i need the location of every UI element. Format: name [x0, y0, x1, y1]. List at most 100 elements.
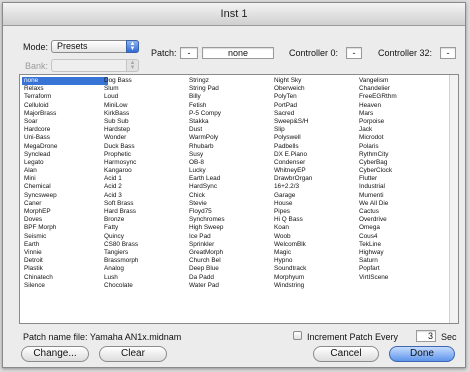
patch-list-item[interactable]: Tangiers — [102, 249, 188, 257]
patch-list-item[interactable]: Hi Q Bass — [272, 216, 358, 224]
patch-list-item[interactable]: Sub Sub — [102, 118, 188, 126]
patch-list-item[interactable]: Synclead — [22, 151, 108, 159]
bank-select[interactable]: ▲ ▼ — [51, 59, 139, 72]
cancel-button[interactable]: Cancel — [313, 346, 379, 362]
patch-list-item[interactable]: TekLine — [357, 241, 443, 249]
patch-list-item[interactable]: Church Bel — [187, 257, 273, 265]
patch-list-item[interactable]: Heaven — [357, 102, 443, 110]
patch-list-item[interactable]: Earth Lead — [187, 175, 273, 183]
patch-list-item[interactable]: Chemical — [22, 183, 108, 191]
patch-list-item[interactable]: Synchromes — [187, 216, 273, 224]
patch-list-item[interactable]: DrawbrOrgan — [272, 175, 358, 183]
change-button[interactable]: Change... — [21, 346, 89, 362]
patch-list-item[interactable]: Acid 2 — [102, 183, 188, 191]
patch-list-item[interactable]: Hard Brass — [102, 208, 188, 216]
patch-list-item[interactable]: Morphyum — [272, 274, 358, 282]
patch-list-item[interactable]: Da Padd — [187, 274, 273, 282]
patch-list-item[interactable]: Prophetic — [102, 151, 188, 159]
patch-list-item[interactable]: Alan — [22, 167, 108, 175]
patch-list[interactable]: none Relaxs Terraform Celluloid MajorBrass So… — [19, 74, 459, 324]
patch-list-item[interactable]: PolyTen — [272, 93, 358, 101]
patch-list-item[interactable]: Night Sky — [272, 77, 358, 85]
patch-list-item[interactable]: Doves — [22, 216, 108, 224]
patch-list-item[interactable]: WelcomBlk — [272, 241, 358, 249]
patch-list-item[interactable]: Cactus — [357, 208, 443, 216]
patch-list-item[interactable]: Fatty — [102, 224, 188, 232]
patch-list-item[interactable]: Polyswell — [272, 134, 358, 142]
patch-list-item[interactable] — [357, 282, 443, 290]
patch-list-item[interactable]: Chick — [187, 192, 273, 200]
patch-list-item[interactable]: Hardcore — [22, 126, 108, 134]
patch-list-item[interactable]: Celluloid — [22, 102, 108, 110]
patch-list-item[interactable]: Microdot — [357, 134, 443, 142]
patch-list-item[interactable]: Billy — [187, 93, 273, 101]
patch-list-item[interactable]: KirkBass — [102, 110, 188, 118]
patch-list-item[interactable]: Kangaroo — [102, 167, 188, 175]
patch-list-item[interactable]: Overdrive — [357, 216, 443, 224]
patch-list-item[interactable]: Terraform — [22, 93, 108, 101]
patch-list-item[interactable]: Popfart — [357, 265, 443, 273]
patch-list-item[interactable]: Dog Bass — [102, 77, 188, 85]
increment-checkbox[interactable] — [293, 331, 302, 340]
patch-list-item[interactable]: Porpoise — [357, 118, 443, 126]
patch-list-item[interactable]: Chandelier — [357, 85, 443, 93]
patch-list-item[interactable]: Caner — [22, 200, 108, 208]
increment-seconds-field[interactable]: 3 — [416, 330, 436, 342]
patch-list-item[interactable]: Dust — [187, 126, 273, 134]
clear-button[interactable]: Clear — [99, 346, 167, 362]
patch-list-scrollbar[interactable] — [449, 75, 458, 323]
patch-list-item[interactable]: FreeEGRthm — [357, 93, 443, 101]
patch-list-item[interactable]: Water Pad — [187, 282, 273, 290]
patch-list-item[interactable]: Vinnie — [22, 249, 108, 257]
patch-list-item[interactable]: We All Die — [357, 200, 443, 208]
patch-list-item[interactable]: WhitneyEP — [272, 167, 358, 175]
patch-list-item[interactable]: Duck Bass — [102, 143, 188, 151]
patch-list-item[interactable]: Hypno — [272, 257, 358, 265]
patch-list-item[interactable]: Earth — [22, 241, 108, 249]
patch-list-item[interactable]: Saturn — [357, 257, 443, 265]
patch-list-item[interactable]: Chinatech — [22, 274, 108, 282]
patch-list-item[interactable]: Silence — [22, 282, 108, 290]
patch-list-item[interactable]: Loud — [102, 93, 188, 101]
patch-list-item[interactable]: Pipes — [272, 208, 358, 216]
patch-list-item[interactable]: Omega — [357, 224, 443, 232]
patch-list-item[interactable]: Syncsweep — [22, 192, 108, 200]
patch-list-item[interactable]: Woob — [272, 233, 358, 241]
patch-name-field[interactable]: none — [202, 47, 274, 59]
patch-list-item[interactable]: Soar — [22, 118, 108, 126]
patch-list-item[interactable]: Mars — [357, 110, 443, 118]
patch-list-item[interactable]: Ice Pad — [187, 233, 273, 241]
patch-list-item[interactable]: Plastik — [22, 265, 108, 273]
patch-list-item[interactable]: Brassmorph — [102, 257, 188, 265]
patch-list-item[interactable]: Chocolate — [102, 282, 188, 290]
patch-list-item[interactable]: House — [272, 200, 358, 208]
patch-list-item[interactable]: Bronze — [102, 216, 188, 224]
patch-list-item[interactable]: Mumenti — [357, 192, 443, 200]
patch-list-item[interactable]: Polaris — [357, 143, 443, 151]
patch-list-item[interactable]: Sacred — [272, 110, 358, 118]
patch-list-item[interactable]: Stakka — [187, 118, 273, 126]
patch-list-item[interactable]: Industrial — [357, 183, 443, 191]
patch-list-item[interactable]: Koan — [272, 224, 358, 232]
patch-list-item[interactable]: 16+2.2/3 — [272, 183, 358, 191]
patch-list-item[interactable]: CyberClock — [357, 167, 443, 175]
patch-list-item[interactable]: Wonder — [102, 134, 188, 142]
patch-list-item[interactable]: Analog — [102, 265, 188, 273]
patch-list-item[interactable]: Susy — [187, 151, 273, 159]
patch-list-item[interactable]: Vangelism — [357, 77, 443, 85]
patch-list-item[interactable]: MiniLow — [102, 102, 188, 110]
patch-list-item[interactable]: Soft Brass — [102, 200, 188, 208]
patch-list-item[interactable]: Legato — [22, 159, 108, 167]
patch-list-item[interactable]: Garage — [272, 192, 358, 200]
mode-select[interactable]: Presets ▲ ▼ — [51, 40, 139, 53]
patch-list-item[interactable]: Rhubarb — [187, 143, 273, 151]
patch-list-item[interactable]: Relaxs — [22, 85, 108, 93]
patch-list-item[interactable]: HardSync — [187, 183, 273, 191]
patch-list-item[interactable]: Soundtrack — [272, 265, 358, 273]
patch-list-item[interactable]: PortPad — [272, 102, 358, 110]
patch-list-item[interactable]: Stringz — [187, 77, 273, 85]
patch-list-item[interactable]: Slum — [102, 85, 188, 93]
patch-list-item[interactable]: CyberBag — [357, 159, 443, 167]
patch-list-item[interactable]: Magic — [272, 249, 358, 257]
done-button[interactable]: Done — [389, 346, 455, 362]
